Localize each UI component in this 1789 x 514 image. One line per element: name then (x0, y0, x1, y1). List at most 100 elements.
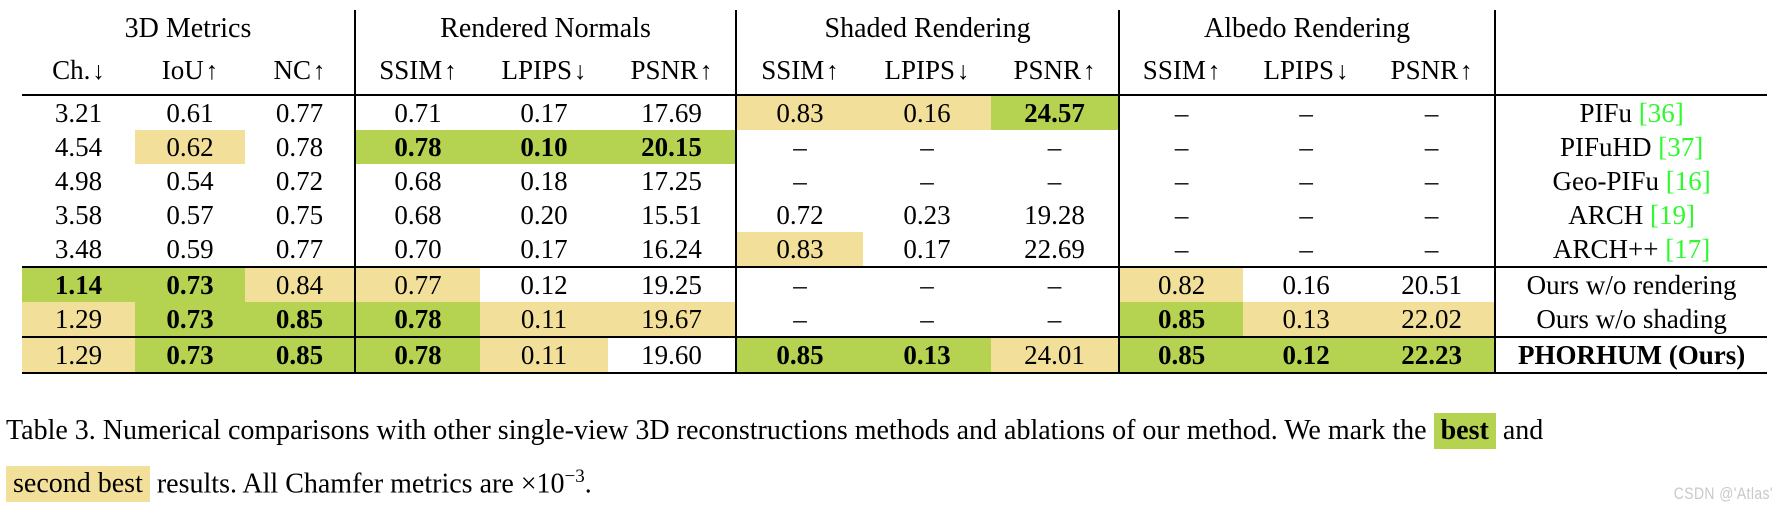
cell-second-best: 1.29 (22, 302, 135, 336)
data-cell: – (1369, 130, 1495, 164)
data-cell: 16.24 (608, 232, 736, 267)
data-cell: – (1118, 130, 1244, 164)
cell-second-best: 1.29 (22, 338, 135, 372)
citation-link[interactable]: [17] (1665, 234, 1710, 264)
best-legend-swatch: best (1433, 413, 1496, 449)
data-cell: 0.11 (480, 336, 609, 374)
metric-name: SSIM (761, 54, 825, 85)
data-cell: 0.12 (480, 266, 609, 302)
metric-arrow-icon: ↑ (1083, 57, 1096, 85)
citation-link[interactable]: [36] (1639, 98, 1684, 128)
data-cell: 0.84 (245, 266, 356, 302)
method-label-cell: Ours w/o rendering (1494, 266, 1768, 302)
cell-best: 0.85 (1120, 302, 1244, 336)
citation-link[interactable]: [37] (1658, 132, 1703, 162)
cell-second-best: 0.83 (737, 232, 864, 266)
cell-best: 0.85 (245, 338, 355, 372)
metric-arrow-icon: ↑ (313, 57, 326, 85)
data-cell: 0.16 (863, 95, 992, 130)
csdn-watermark: CSDN @'Atlas' (1673, 484, 1773, 503)
cell-value: 19.28 (1024, 200, 1085, 230)
metric-header-9: SSIM↑ (1118, 50, 1244, 96)
table-row: 3.21 0.61 0.77 0.71 0.17 17.69 0.83 0.16 24.57 – –… (22, 95, 1768, 130)
cell-second-best: 0.62 (135, 130, 245, 164)
metric-header-10: LPIPS↓ (1243, 50, 1370, 96)
paper-table-figure: 3D Metrics Rendered Normals Shaded Renderi… (0, 0, 1789, 514)
data-cell: 0.77 (245, 232, 355, 267)
method-name: PHORHUM (Ours) (1517, 339, 1746, 370)
cell-value: – (920, 270, 934, 300)
data-cell: 0.77 (354, 266, 481, 302)
cell-value: – (1424, 132, 1439, 162)
citation-link[interactable]: [19] (1650, 200, 1695, 230)
cell-value: 0.68 (394, 200, 442, 230)
data-cell: 19.28 (991, 198, 1119, 232)
cell-value: 15.51 (641, 200, 702, 230)
cell-value: – (1424, 166, 1439, 196)
metric-name: PSNR (630, 54, 699, 85)
data-cell: 0.20 (480, 198, 608, 232)
metric-arrow-icon: ↑ (826, 57, 839, 85)
group-header-3d-metrics: 3D Metrics (124, 13, 252, 44)
metric-arrow-icon: ↓ (957, 57, 970, 85)
cell-second-best: 24.01 (991, 338, 1119, 372)
data-cell: 24.57 (991, 95, 1119, 130)
metric-arrow-icon: ↑ (700, 57, 713, 85)
metric-header-6: SSIM↑ (735, 50, 864, 96)
data-cell: 0.72 (735, 198, 864, 232)
cell-best: 0.78 (356, 302, 481, 336)
cell-best: 0.85 (737, 338, 864, 372)
cell-best: 0.73 (135, 302, 245, 336)
cell-value: – (1174, 98, 1189, 128)
cell-value: 3.21 (54, 98, 103, 128)
metric-name: SSIM (379, 54, 443, 85)
metric-arrow-icon: ↑ (205, 57, 219, 85)
data-cell: 0.61 (135, 95, 245, 130)
data-cell: – (1369, 232, 1495, 267)
metric-header-3: SSIM↑ (354, 50, 481, 96)
metric-name: LPIPS (501, 54, 573, 85)
group-header-method (1494, 10, 1768, 50)
citation-link[interactable]: [16] (1666, 166, 1711, 196)
data-cell: 3.21 (22, 95, 135, 130)
method-label-cell: PIFuHD [37] (1494, 130, 1768, 164)
cell-value: – (920, 166, 934, 196)
cell-value: 17.25 (641, 166, 702, 196)
data-cell: 0.68 (354, 164, 481, 198)
metric-header-0: Ch.↓ (22, 50, 135, 96)
cell-value: 4.54 (54, 132, 103, 162)
caption-text-d: . (584, 468, 592, 500)
metric-header-1: IoU↑ (135, 50, 245, 96)
cell-value: – (920, 132, 934, 162)
caption-line-1: Table 3. Numerical comparisons with othe… (6, 408, 1776, 454)
data-cell: 0.73 (135, 266, 245, 302)
cell-second-best: 19.67 (608, 302, 736, 336)
cell-best: 0.12 (1243, 338, 1370, 372)
data-cell: 0.83 (735, 232, 864, 267)
cell-value: 0.20 (520, 200, 568, 230)
data-cell: 0.78 (245, 130, 355, 164)
data-cell: – (863, 302, 991, 337)
cell-value: 16.24 (641, 234, 702, 264)
data-cell: 3.48 (22, 232, 135, 267)
cell-value: 0.54 (166, 166, 214, 196)
cell-value: 19.60 (641, 340, 702, 370)
data-cell: – (863, 266, 992, 302)
data-cell: – (735, 164, 864, 198)
data-cell: 0.73 (135, 302, 245, 337)
data-cell: 0.54 (135, 164, 245, 198)
metric-name: LPIPS (1263, 54, 1335, 85)
cell-value: – (793, 270, 807, 300)
metric-name: LPIPS (884, 54, 956, 85)
data-cell: 0.62 (135, 130, 245, 164)
cell-value: 0.16 (1282, 270, 1330, 300)
data-cell: – (1369, 164, 1495, 198)
table-row: 1.29 0.73 0.85 0.78 0.11 19.67– – –0.85 0.13 22.0… (22, 302, 1768, 337)
cell-value: 0.77 (275, 98, 324, 128)
table-row: 4.98 0.54 0.72 0.68 0.18 17.25 – – – – – – Geo-PIFu … (22, 164, 1768, 198)
cell-value: – (793, 304, 807, 334)
cell-best: 0.85 (1120, 338, 1244, 372)
data-cell: 1.29 (22, 302, 135, 337)
metric-header-5: PSNR↑ (608, 50, 737, 96)
caption-text-c: results. All Chamfer metrics are ×10 (156, 468, 565, 500)
